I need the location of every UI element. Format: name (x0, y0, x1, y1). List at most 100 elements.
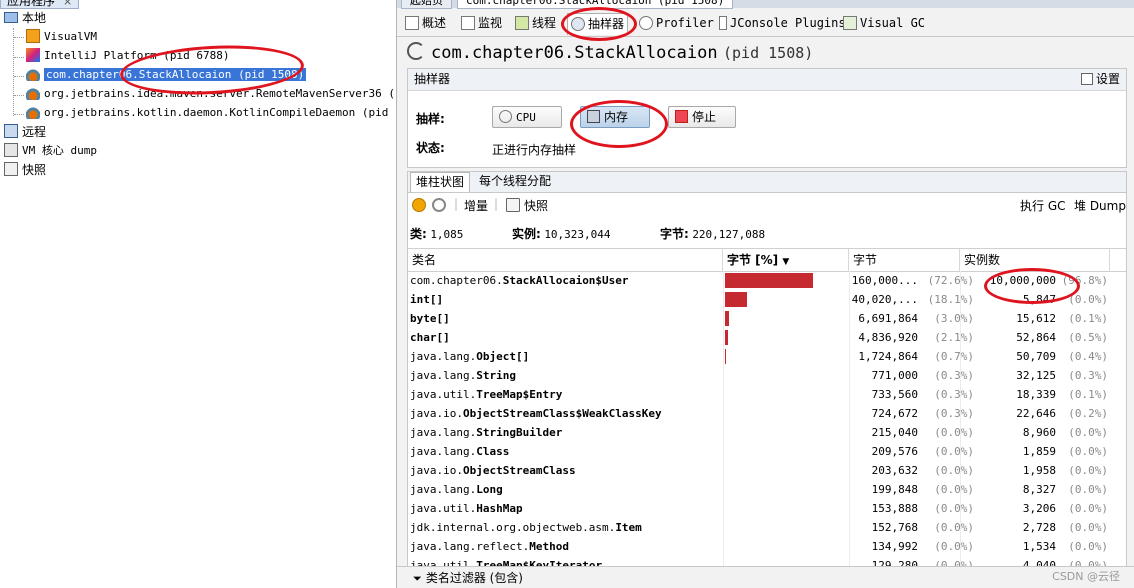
results-tabs: 堆柱状图 每个线程分配 (408, 172, 1126, 193)
checkbox-icon (1080, 72, 1093, 85)
heap-dump-button[interactable]: 堆 Dump (1074, 197, 1126, 214)
tree-node-kotlin-daemon[interactable]: org.jetbrains.kotlin.daemon.KotlinCompil… (26, 104, 396, 122)
applications-panel: 应用程序 × 本地 VisualVM IntelliJ Platform (pid… (0, 0, 397, 588)
tab-visual-gc[interactable]: Visual GC (843, 13, 925, 34)
sort-desc-icon: ▼ (782, 257, 790, 267)
pause-icon[interactable] (412, 198, 426, 212)
bytes-cell: 771,000 (871, 369, 918, 382)
bpct-cell: (0.0%) (934, 502, 974, 515)
bytes-cell: 153,888 (871, 502, 918, 515)
class-name-cell: int[] (410, 293, 444, 306)
results-toolbar: | 增量 | 快照 执行 GC 堆 Dump (408, 193, 1126, 217)
tab-heap-histogram[interactable]: 堆柱状图 (410, 172, 471, 192)
class-name-cell: java.io.ObjectStreamClass (410, 464, 576, 477)
ipct-cell: (0.0%) (1068, 521, 1108, 534)
profiler-icon (639, 15, 653, 30)
table-row[interactable]: java.lang.Class 209,576 (0.0%) 1,859 (0.0%) (408, 442, 1126, 461)
main-panel: 起始页 com.chapter06.StackAllocaion (pid 15… (397, 0, 1134, 588)
stop-button[interactable]: 停止 (668, 106, 736, 128)
filter-icon: ⏷ (413, 572, 422, 585)
bytes-bar (725, 273, 813, 288)
class-name-cell: byte[] (410, 312, 450, 325)
ipct-cell: (0.4%) (1068, 350, 1108, 363)
tree-node-visualvm[interactable]: VisualVM (26, 28, 97, 46)
bytes-cell: 733,560 (871, 388, 918, 401)
sampler-panel: 抽样器 设置 抽样: CPU 内存 停止 状态: 正进行内存抽样 (407, 68, 1127, 168)
page-title: com.chapter06.StackAllocaion (pid 1508) (407, 40, 813, 66)
table-row[interactable]: java.io.ObjectStreamClass 203,632 (0.0%) 1,… (408, 461, 1126, 480)
bpct-cell: (72.6%) (927, 274, 974, 287)
threads-icon (515, 15, 529, 30)
column-bytes[interactable]: 字节 (849, 249, 960, 271)
class-name-cell: java.lang.StringBuilder (410, 426, 563, 439)
settings-checkbox[interactable]: 设置 (1080, 69, 1120, 90)
tab-per-thread-allocations[interactable]: 每个线程分配 (474, 172, 556, 191)
bpct-cell: (0.3%) (934, 407, 974, 420)
bpct-cell: (0.0%) (934, 464, 974, 477)
ipct-cell: (0.1%) (1068, 312, 1108, 325)
table-row[interactable]: byte[] 6,691,864 (3.0%) 15,612 (0.1%) (408, 309, 1126, 328)
document-tabs: 起始页 com.chapter06.StackAllocaion (pid 15… (397, 0, 1134, 9)
tree-node-core-dump[interactable]: VM 核心 dump (4, 142, 97, 160)
class-filter-bar[interactable]: ⏷ 类名过滤器 (包含) (397, 566, 1134, 588)
table-row[interactable]: java.util.TreeMap$Entry 733,560 (0.3%) 18,3… (408, 385, 1126, 404)
inst-cell: 2,728 (1022, 521, 1056, 534)
tab-start-page[interactable]: 起始页 (401, 0, 452, 9)
table-row[interactable]: java.io.ObjectStreamClass$WeakClassKey 72… (408, 404, 1126, 423)
bytes-cell: 134,992 (871, 540, 918, 553)
inst-cell: 8,960 (1022, 426, 1056, 439)
annotation-circle (984, 268, 1080, 304)
class-name-cell: java.util.TreeMap$Entry (410, 388, 563, 401)
inst-cell: 32,125 (1016, 369, 1056, 382)
bpct-cell: (0.0%) (934, 445, 974, 458)
class-name-cell: java.lang.String (410, 369, 516, 382)
table-row[interactable]: java.util.HashMap 153,888 (0.0%) 3,206 (0.0%… (408, 499, 1126, 518)
intellij-icon (26, 48, 40, 62)
table-row[interactable]: java.lang.Long 199,848 (0.0%) 8,327 (0.0%) (408, 480, 1126, 499)
table-row[interactable]: java.lang.reflect.Method 134,992 (0.0%) 1,5… (408, 537, 1126, 556)
bytes-cell: 40,020,... (851, 293, 918, 306)
tab-threads[interactable]: 线程 (515, 13, 556, 34)
snapshot-icon (4, 162, 18, 176)
watermark: CSDN @云径 (1052, 570, 1120, 583)
histogram-rows: com.chapter06.StackAllocaion$User 160,000… (408, 271, 1126, 588)
tab-overview[interactable]: 概述 (405, 13, 446, 34)
tree-node-local[interactable]: 本地 (4, 9, 46, 27)
inst-cell: 8,327 (1022, 483, 1056, 496)
ipct-cell: (0.0%) (1068, 540, 1108, 553)
bytes-cell: 203,632 (871, 464, 918, 477)
table-row[interactable]: java.lang.String 771,000 (0.3%) 32,125 (0.3%… (408, 366, 1126, 385)
ipct-cell: (0.2%) (1068, 407, 1108, 420)
bpct-cell: (0.0%) (934, 483, 974, 496)
column-class-name[interactable]: 类名 (408, 249, 723, 271)
table-row[interactable]: jdk.internal.org.objectweb.asm.Item 152,7… (408, 518, 1126, 537)
close-icon[interactable]: × (63, 0, 72, 8)
bytes-bar (725, 330, 728, 345)
table-row[interactable]: java.lang.StringBuilder 215,040 (0.0%) 8,96… (408, 423, 1126, 442)
plugins-icon (719, 15, 727, 30)
ipct-cell: (0.5%) (1068, 331, 1108, 344)
annotation-circle (570, 100, 668, 148)
column-bytes-percent[interactable]: 字节 [%] ▼ (723, 249, 849, 271)
table-row[interactable]: char[] 4,836,920 (2.1%) 52,864 (0.5%) (408, 328, 1126, 347)
class-name-cell: char[] (410, 331, 450, 344)
ipct-cell: (0.0%) (1068, 426, 1108, 439)
tab-monitor[interactable]: 监视 (461, 13, 502, 34)
refresh-icon[interactable] (432, 198, 446, 212)
delta-button[interactable]: 增量 (464, 197, 488, 214)
table-row[interactable]: java.lang.Object[] 1,724,864 (0.7%) 50,709 (… (408, 347, 1126, 366)
inst-cell: 50,709 (1016, 350, 1056, 363)
perform-gc-button[interactable]: 执行 GC (1020, 197, 1066, 214)
applications-tab[interactable]: 应用程序 × (0, 0, 80, 9)
sampler-header: 抽样器 设置 (408, 69, 1126, 91)
tree-node-remote[interactable]: 远程 (4, 123, 46, 141)
inst-cell: 1,859 (1022, 445, 1056, 458)
inst-cell: 15,612 (1016, 312, 1056, 325)
tab-jconsole-plugins[interactable]: JConsole Plugins (719, 13, 846, 34)
tab-profiler[interactable]: Profiler (639, 13, 714, 34)
ipct-cell: (0.0%) (1068, 502, 1108, 515)
cpu-button[interactable]: CPU (492, 106, 562, 128)
cpu-icon (499, 110, 512, 123)
snapshot-button[interactable]: 快照 (524, 197, 548, 214)
tree-node-snapshots[interactable]: 快照 (4, 161, 46, 179)
